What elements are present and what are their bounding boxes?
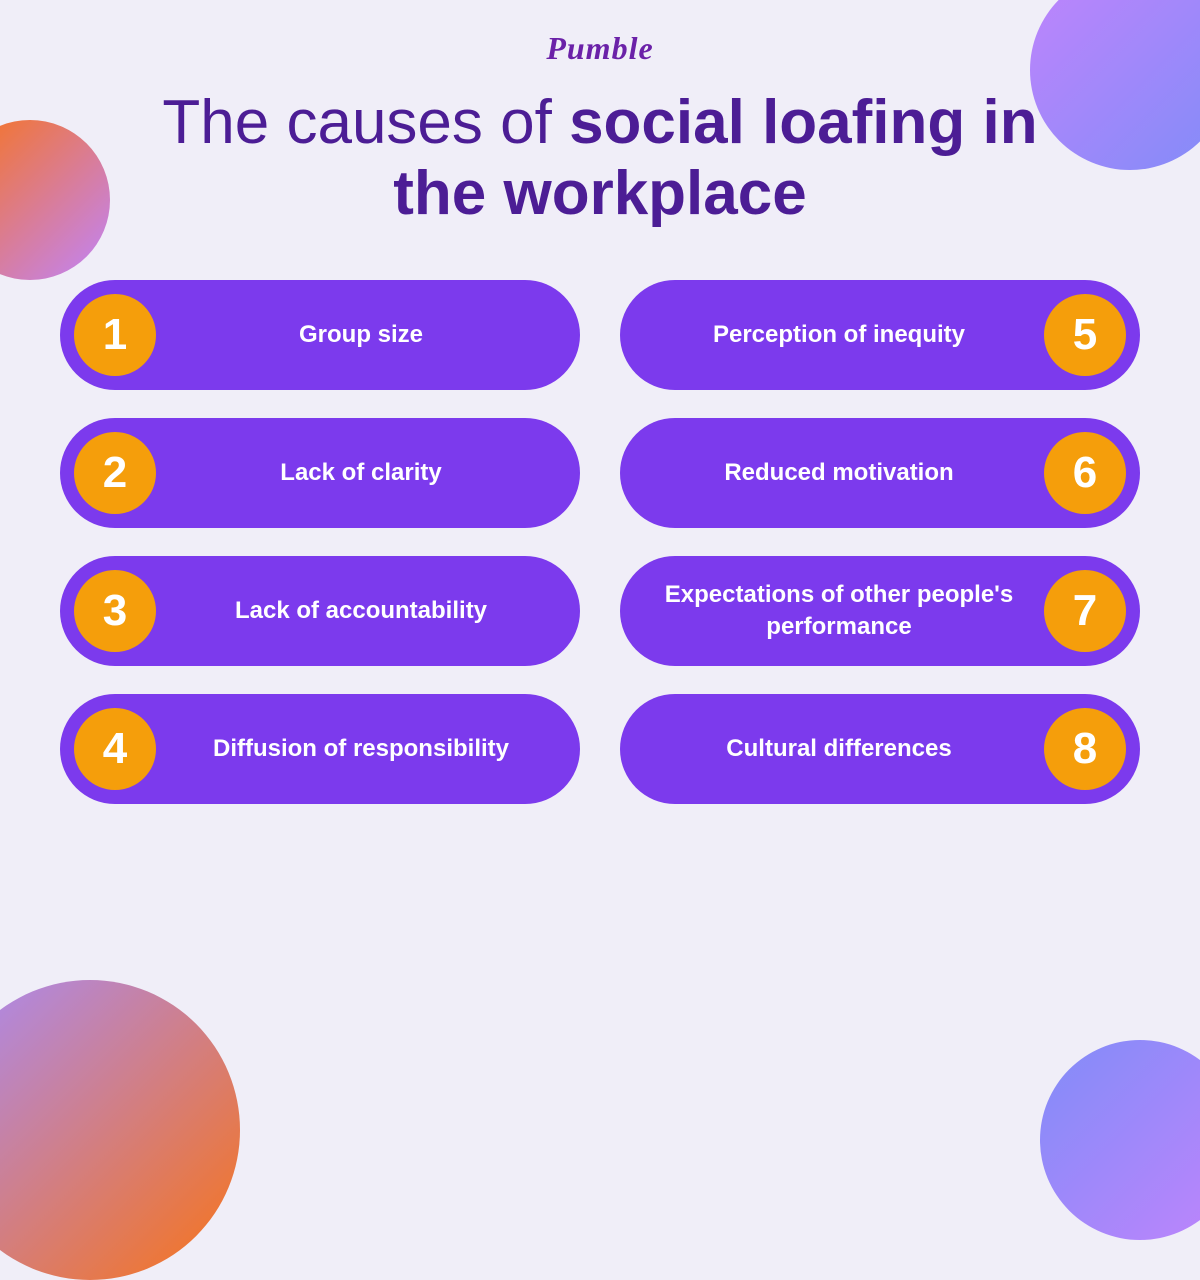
card-label-3: Lack of accountability [156, 595, 566, 626]
card-label-6: Reduced motivation [634, 457, 1044, 488]
card-7: 7 Expectations of other people's perform… [620, 556, 1140, 666]
card-5: 5 Perception of inequity [620, 280, 1140, 390]
badge-8: 8 [1044, 708, 1126, 790]
card-label-1: Group size [156, 319, 566, 350]
cards-grid: 1 Group size 5 Perception of inequity 2 … [60, 280, 1140, 804]
main-container: Pumble The causes of social loafing in t… [0, 0, 1200, 1200]
card-6: 6 Reduced motivation [620, 418, 1140, 528]
card-1: 1 Group size [60, 280, 580, 390]
badge-1: 1 [74, 294, 156, 376]
badge-5: 5 [1044, 294, 1126, 376]
card-label-2: Lack of clarity [156, 457, 566, 488]
brand-logo: Pumble [546, 30, 653, 67]
card-4: 4 Diffusion of responsibility [60, 694, 580, 804]
card-label-8: Cultural differences [634, 733, 1044, 764]
page-title: The causes of social loafing in the work… [150, 87, 1050, 230]
card-label-7: Expectations of other people's performan… [634, 579, 1044, 641]
badge-4: 4 [74, 708, 156, 790]
badge-6: 6 [1044, 432, 1126, 514]
card-3: 3 Lack of accountability [60, 556, 580, 666]
card-2: 2 Lack of clarity [60, 418, 580, 528]
card-8: 8 Cultural differences [620, 694, 1140, 804]
card-label-5: Perception of inequity [634, 319, 1044, 350]
badge-2: 2 [74, 432, 156, 514]
badge-7: 7 [1044, 570, 1126, 652]
badge-3: 3 [74, 570, 156, 652]
card-label-4: Diffusion of responsibility [156, 733, 566, 764]
